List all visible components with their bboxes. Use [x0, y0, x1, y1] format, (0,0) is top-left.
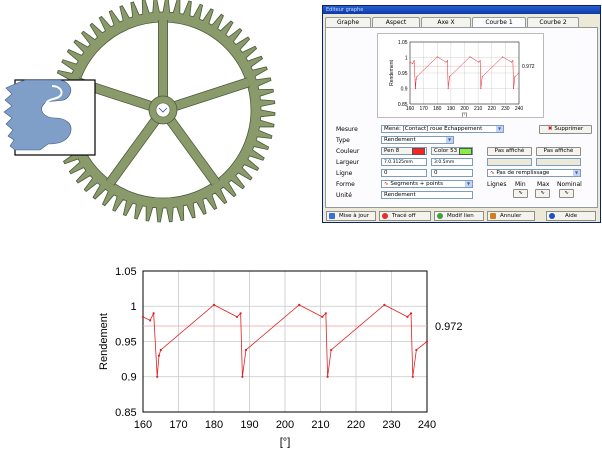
- y-tick-label: 0.85: [115, 407, 136, 419]
- rendement-data-point: [425, 340, 429, 343]
- rendement-data-point: [235, 315, 239, 318]
- rendement-data-point: [415, 348, 418, 352]
- rendement-chart: 160 170 180 190 200 210 220 230 240 1.05 1 0.95 0.9 0…: [98, 266, 463, 449]
- y-tick-label: 1.05: [115, 266, 136, 278]
- x-axis-title: [°]: [280, 437, 291, 449]
- nominal-value-label: 0.972: [435, 321, 463, 333]
- x-tick-label: 220: [347, 419, 365, 431]
- rendement-data-point: [241, 375, 244, 378]
- x-tick-label: 180: [205, 419, 223, 431]
- rendement-data-point: [324, 312, 327, 315]
- y-tick-label: 0.9: [121, 372, 136, 384]
- x-tick-label: 240: [418, 419, 436, 431]
- rendement-data-point: [157, 354, 161, 357]
- rendement-data-point: [244, 348, 248, 352]
- x-tick-label: 190: [240, 419, 258, 431]
- rendement-data-point: [330, 348, 333, 352]
- rendement-data-point: [149, 319, 152, 322]
- rendement-data-point: [159, 348, 162, 352]
- x-tick-label: 230: [382, 419, 400, 431]
- rendement-data-point: [239, 312, 242, 315]
- rendement-data-point: [326, 375, 329, 378]
- x-tick-label: 170: [169, 419, 187, 431]
- rendement-data-point: [298, 303, 301, 306]
- x-tick-label: 210: [311, 419, 329, 431]
- rendement-data-point: [406, 315, 409, 318]
- rendement-data-point: [156, 375, 159, 378]
- x-tick-label: 160: [134, 419, 152, 431]
- rendement-data-point: [141, 315, 145, 318]
- rendement-data-point: [411, 375, 414, 378]
- y-tick-label: 1: [130, 301, 136, 313]
- rendement-data-point: [321, 315, 324, 318]
- y-tick-label: 0.95: [115, 336, 136, 348]
- rendement-data-point: [152, 312, 155, 315]
- rendement-data-point: [212, 303, 216, 306]
- y-axis-title: Rendement: [98, 313, 110, 370]
- x-tick-label: 200: [276, 419, 294, 431]
- rendement-data-point: [409, 312, 413, 315]
- rendement-data-point: [383, 303, 386, 306]
